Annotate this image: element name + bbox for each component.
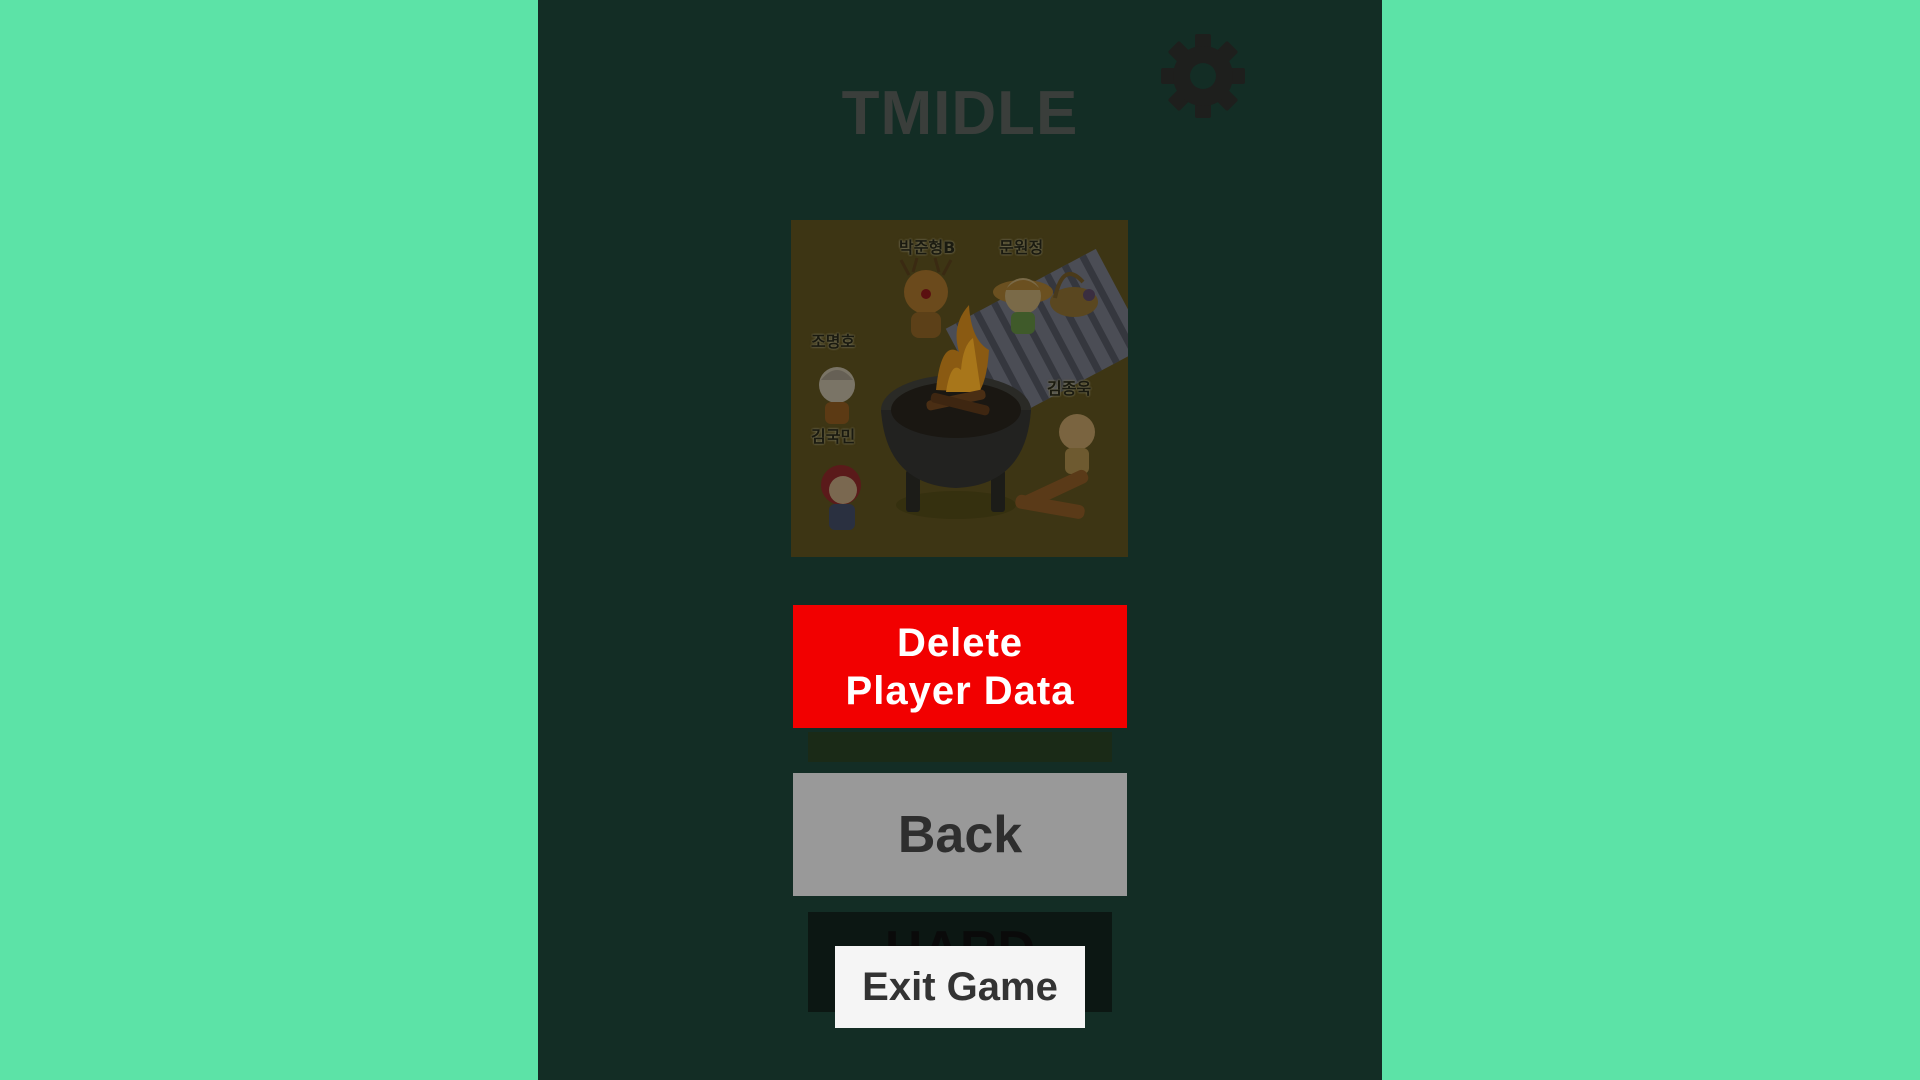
gear-icon bbox=[1161, 34, 1245, 118]
character-redhair bbox=[821, 465, 861, 530]
game-panel: TMIDLE 박준형B 문원정 조명호 김종욱 김국민 Delete Playe… bbox=[538, 0, 1382, 1080]
character-label: 김종욱 bbox=[1047, 379, 1092, 398]
delete-button-line1: Delete bbox=[896, 620, 1024, 665]
settings-button[interactable] bbox=[1159, 32, 1247, 120]
character-label: 조명호 bbox=[811, 332, 856, 351]
character-label: 문원정 bbox=[999, 238, 1044, 257]
back-button[interactable]: Back bbox=[793, 773, 1127, 896]
character-oldman bbox=[819, 367, 855, 424]
game-artwork: 박준형B 문원정 조명호 김종욱 김국민 bbox=[791, 220, 1128, 557]
delete-player-data-button[interactable]: Delete Player Data bbox=[793, 605, 1127, 728]
character-label: 박준형B bbox=[899, 238, 956, 257]
character-label: 김국민 bbox=[811, 427, 856, 446]
delete-button-line2: Player Data bbox=[845, 668, 1075, 713]
exit-game-button[interactable]: Exit Game bbox=[835, 946, 1085, 1028]
character-deer bbox=[899, 257, 953, 338]
game-title: TMIDLE bbox=[841, 79, 1079, 148]
button-shadow bbox=[808, 732, 1112, 762]
